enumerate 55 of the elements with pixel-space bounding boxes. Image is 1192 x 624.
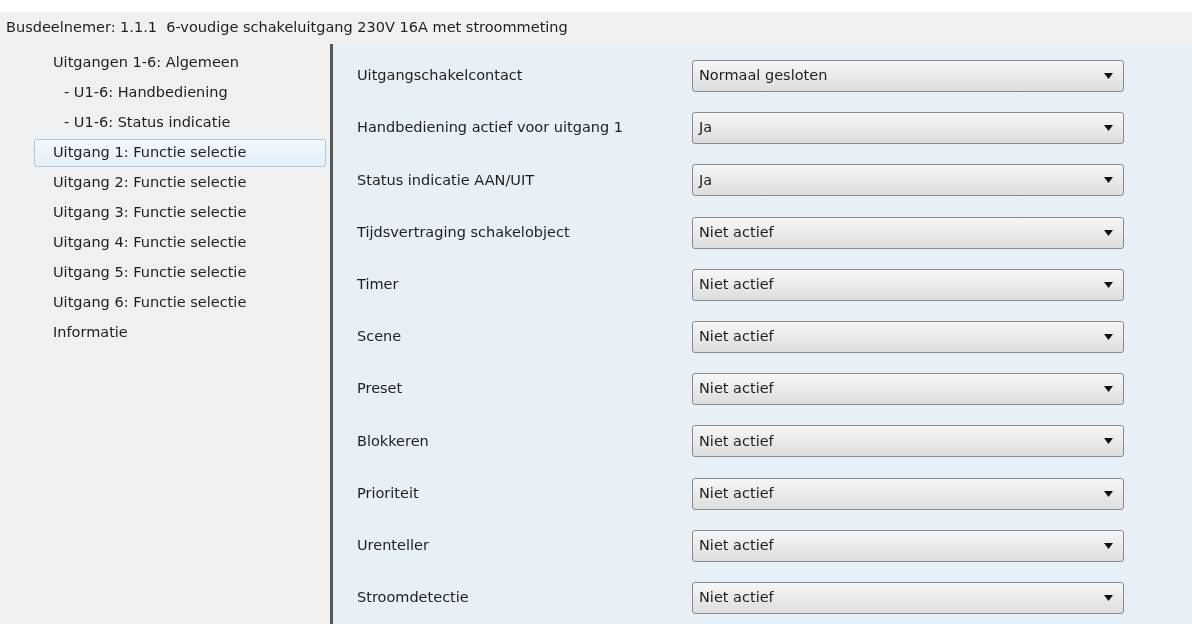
- parameter-label: Timer: [356, 274, 400, 294]
- caret-icon: [1104, 73, 1113, 80]
- dropdown[interactable]: Niet actief: [692, 477, 1124, 510]
- parameter-label: Prioriteit: [356, 483, 420, 503]
- dropdown[interactable]: Niet actief: [692, 321, 1124, 354]
- parameter-label: Uitgangschakelcontact: [356, 66, 524, 86]
- dropdown[interactable]: Niet actief: [692, 581, 1124, 614]
- dropdown[interactable]: Ja: [692, 112, 1124, 145]
- device-title: Busdeelnemer: 1.1.1 6-voudige schakeluitgang 230V 16A met stroommeting: [6, 18, 568, 38]
- tree-item[interactable]: Uitgang 2: Functie selectie: [53, 168, 330, 198]
- dropdown-value: Ja: [699, 118, 713, 138]
- parameter-label: Tijdsvertraging schakelobject: [356, 222, 571, 242]
- tree-item[interactable]: Uitgangen 1-6: Algemeen: [53, 48, 330, 78]
- tree-item[interactable]: Uitgang 5: Functie selectie: [53, 258, 330, 288]
- parameter-label: Scene: [356, 327, 403, 347]
- caret-icon: [1104, 281, 1113, 288]
- dropdown[interactable]: Niet actief: [692, 373, 1124, 406]
- dropdown-value: Normaal gesloten: [699, 66, 828, 86]
- dropdown-value: Niet actief: [699, 431, 774, 451]
- caret-icon: [1104, 334, 1113, 341]
- tree-item[interactable]: Informatie: [53, 318, 330, 348]
- parameter-label: Stroomdetectie: [356, 588, 470, 608]
- dropdown[interactable]: Niet actief: [692, 529, 1124, 562]
- tree-item[interactable]: Uitgang 6: Functie selectie: [53, 288, 330, 318]
- dropdown[interactable]: Niet actief: [692, 216, 1124, 249]
- caret-icon: [1104, 177, 1113, 184]
- dropdown-value: Niet actief: [699, 535, 774, 555]
- dropdown[interactable]: Normaal gesloten: [692, 60, 1124, 93]
- tree-item[interactable]: - U1-6: Status indicatie: [64, 108, 330, 138]
- caret-icon: [1104, 490, 1113, 497]
- caret-icon: [1104, 542, 1113, 549]
- caret-icon: [1104, 438, 1113, 445]
- dropdown[interactable]: Ja: [692, 164, 1124, 197]
- tree-item[interactable]: Uitgang 1: Functie selectie: [34, 139, 326, 167]
- caret-icon: [1104, 594, 1113, 601]
- parameter-label: Preset: [356, 379, 404, 399]
- tree-item[interactable]: - U1-6: Handbediening: [64, 78, 330, 108]
- dropdown[interactable]: Niet actief: [692, 425, 1124, 458]
- dropdown-value: Ja: [699, 170, 713, 190]
- caret-icon: [1104, 125, 1113, 132]
- dropdown-value: Niet actief: [699, 588, 774, 608]
- dropdown-value: Niet actief: [699, 274, 774, 294]
- dropdown-value: Niet actief: [699, 222, 774, 242]
- parameter-label: Urenteller: [356, 535, 430, 555]
- tree-item[interactable]: Uitgang 3: Functie selectie: [53, 198, 330, 228]
- parameter-label: Handbediening actief voor uitgang 1: [356, 118, 624, 138]
- dropdown-value: Niet actief: [699, 483, 774, 503]
- tree-item[interactable]: Uitgang 4: Functie selectie: [53, 228, 330, 258]
- parameter-label: Status indicatie AAN/UIT: [356, 170, 536, 190]
- dropdown[interactable]: Niet actief: [692, 268, 1124, 301]
- dropdown-value: Niet actief: [699, 327, 774, 347]
- caret-icon: [1104, 386, 1113, 393]
- dropdown-value: Niet actief: [699, 379, 774, 399]
- caret-icon: [1104, 229, 1113, 236]
- parameter-label: Blokkeren: [356, 431, 430, 451]
